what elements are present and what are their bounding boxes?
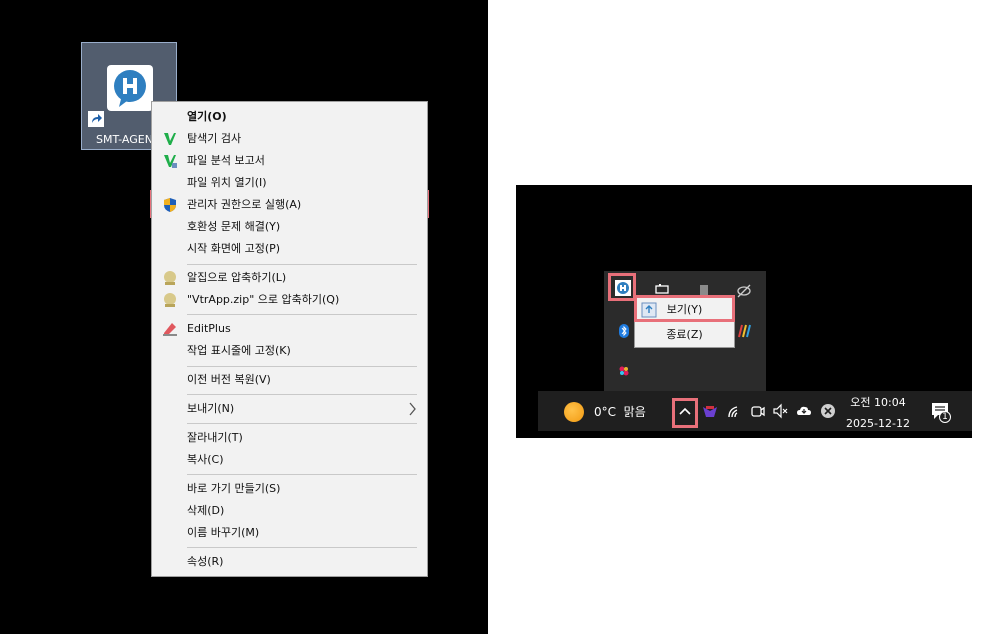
clock-date: 2025-12-12 <box>846 417 910 430</box>
hidden-eye-icon[interactable] <box>736 283 752 299</box>
menu-item-compress-vtrapp-zip[interactable]: "VtrApp.zip" 으로 압축하기(Q) <box>152 289 427 311</box>
context-menu: 열기(O) 탐색기 검사 파일 분석 보고서 파일 위치 열기(I) 관리자 권… <box>151 101 428 577</box>
menu-item-properties[interactable]: 속성(R) <box>152 551 427 573</box>
menu-item-delete[interactable]: 삭제(D) <box>152 500 427 522</box>
alzip-icon <box>164 293 176 307</box>
notification-count-badge: 1 <box>942 412 948 422</box>
menu-item-pin-to-taskbar[interactable]: 작업 표시줄에 고정(K) <box>152 340 427 362</box>
menu-separator <box>187 423 417 424</box>
menu-item-explorer-scan[interactable]: 탐색기 검사 <box>152 128 427 150</box>
volume-muted-icon[interactable] <box>772 403 788 419</box>
bluetooth-icon[interactable] <box>616 323 632 339</box>
action-center-button[interactable]: 1 <box>930 401 952 423</box>
uac-shield-icon <box>164 198 176 212</box>
tray-menu-view-highlight <box>634 295 735 322</box>
menu-item-editplus[interactable]: EditPlus <box>152 318 427 340</box>
weather-sun-icon[interactable] <box>564 402 584 422</box>
editplus-icon <box>163 323 177 336</box>
weather-condition: 맑음 <box>623 405 646 419</box>
menu-item-cut[interactable]: 잘라내기(T) <box>152 427 427 449</box>
v3-report-icon <box>164 155 177 168</box>
color-bars-icon[interactable] <box>736 323 752 339</box>
v3-antivirus-icon <box>164 133 176 145</box>
menu-separator <box>187 474 417 475</box>
taskbar-clock[interactable]: 오전 10:04 2025-12-12 <box>838 395 918 432</box>
menu-separator <box>187 394 417 395</box>
show-hidden-icons-chevron-icon[interactable] <box>677 401 693 421</box>
menu-item-send-to[interactable]: 보내기(N) <box>152 398 427 420</box>
wifi-icon[interactable] <box>727 403 743 419</box>
close-circle-icon[interactable] <box>820 403 836 419</box>
menu-item-restore-previous-versions[interactable]: 이전 버전 복원(V) <box>152 369 427 391</box>
alzip-icon <box>164 271 176 285</box>
desktop-screenshot: SMT-AGENT 열기(O) 탐색기 검사 파일 분석 보고서 파일 위치 열… <box>0 0 488 634</box>
taskbar-screenshot: 보기(Y) 종료(Z) 0°C 맑음 오전 10:04 2025-12-12 1 <box>516 185 972 438</box>
menu-item-create-shortcut[interactable]: 바로 가기 만들기(S) <box>152 478 427 500</box>
meet-now-icon[interactable] <box>750 403 766 419</box>
submenu-chevron-icon <box>409 402 416 416</box>
menu-item-alzip-compress[interactable]: 알집으로 압축하기(L) <box>152 267 427 289</box>
shortcut-arrow-icon <box>88 111 104 127</box>
menu-item-open[interactable]: 열기(O) <box>152 106 427 128</box>
menu-item-compatibility-troubleshoot[interactable]: 호환성 문제 해결(Y) <box>152 216 427 238</box>
onedrive-cloud-icon[interactable] <box>796 403 812 419</box>
menu-item-open-file-location[interactable]: 파일 위치 열기(I) <box>152 172 427 194</box>
tray-menu-exit[interactable]: 종료(Z) <box>635 324 734 346</box>
smt-agent-app-icon <box>107 65 153 111</box>
menu-item-file-analysis-report[interactable]: 파일 분석 보고서 <box>152 150 427 172</box>
menu-separator <box>187 547 417 548</box>
tray-app-purple-icon[interactable] <box>702 403 718 419</box>
smt-agent-tray-icon[interactable] <box>615 280 631 296</box>
clock-time: 오전 10:04 <box>850 396 906 409</box>
menu-separator <box>187 314 417 315</box>
weather-temperature: 0°C <box>594 405 617 419</box>
slack-icon[interactable] <box>616 363 632 379</box>
menu-separator <box>187 264 417 265</box>
menu-separator <box>187 366 417 367</box>
taskbar: 0°C 맑음 오전 10:04 2025-12-12 1 <box>538 391 972 431</box>
menu-item-copy[interactable]: 복사(C) <box>152 449 427 471</box>
menu-item-pin-to-start[interactable]: 시작 화면에 고정(P) <box>152 238 427 260</box>
weather-widget[interactable]: 0°C 맑음 <box>594 403 646 420</box>
menu-item-run-as-admin[interactable]: 관리자 권한으로 실행(A) <box>152 194 427 216</box>
menu-item-rename[interactable]: 이름 바꾸기(M) <box>152 522 427 544</box>
